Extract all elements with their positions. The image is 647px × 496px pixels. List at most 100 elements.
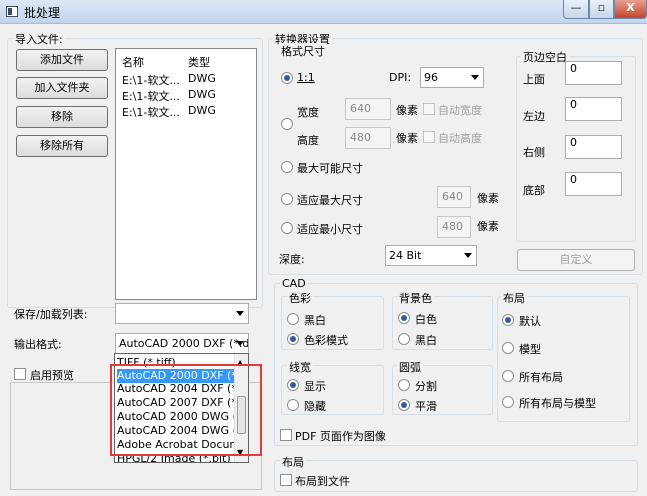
remove-all-button[interactable]: 移除所有 [16, 135, 108, 157]
background-label: 背景色 [397, 290, 434, 306]
margin-bottom-label: 底部 [523, 184, 545, 197]
white-bg-radio[interactable] [398, 312, 410, 324]
margin-right-input[interactable]: 0 [565, 135, 622, 159]
width-unit: 像素 [396, 104, 418, 117]
linewidth-show-radio[interactable] [287, 379, 299, 391]
color-mode-radio[interactable] [287, 333, 299, 345]
format-size-label: 格式尺寸 [279, 43, 327, 59]
output-format-label: 输出格式: [14, 338, 62, 351]
file-name: E:\1-软文... [122, 106, 180, 119]
close-button[interactable]: X [614, 0, 647, 19]
layout-options-label: 布局 [501, 290, 527, 306]
add-file-button[interactable]: 添加文件 [16, 49, 108, 71]
arc-label: 圆弧 [397, 359, 423, 375]
custom-size-radio[interactable] [281, 118, 293, 130]
ratio-label: 1:1 [297, 71, 315, 84]
color-label: 色彩 [287, 290, 313, 306]
all-layouts-label: 所有布局 [519, 371, 563, 384]
file-type: DWG [188, 104, 216, 117]
save-load-label: 保存/加载列表: [14, 308, 88, 321]
file-type: DWG [188, 88, 216, 101]
linewidth-hide-label: 隐藏 [304, 400, 326, 413]
output-format-select[interactable]: AutoCAD 2000 DXF (*.d [115, 333, 249, 354]
auto-height-checkbox[interactable] [423, 131, 435, 143]
file-type: DWG [188, 72, 216, 85]
all-layouts-model-radio[interactable] [502, 396, 514, 408]
file-list[interactable]: 名称 类型 E:\1-软文... DWG E:\1-软文... DWG E:\1… [115, 48, 257, 300]
fit-max-label: 适应最大尺寸 [297, 194, 363, 207]
window-icon [6, 6, 18, 17]
white-bg-label: 白色 [415, 313, 437, 326]
dpi-select[interactable]: 96 [420, 67, 484, 88]
fit-min-radio[interactable] [281, 222, 293, 234]
file-name: E:\1-软文... [122, 74, 180, 87]
max-possible-radio[interactable] [281, 161, 293, 173]
chevron-down-icon [236, 311, 244, 316]
pdf-as-image-label: PDF 页面作为图像 [295, 430, 386, 443]
import-label: 导入文件: [13, 31, 65, 47]
remove-button[interactable]: 移除 [16, 106, 108, 128]
maximize-button[interactable]: ▫ [589, 0, 614, 19]
window-title: 批处理 [24, 6, 61, 20]
table-row[interactable]: E:\1-软文... DWG [120, 103, 250, 119]
chevron-down-icon [236, 341, 244, 346]
add-folder-button[interactable]: 加入文件夹 [16, 77, 108, 99]
table-row[interactable]: E:\1-软文... DWG [120, 87, 250, 103]
custom-button[interactable]: 自定义 [517, 249, 635, 271]
arc-split-radio[interactable] [398, 379, 410, 391]
layout-to-file-label: 布局到文件 [295, 475, 350, 488]
column-header-name[interactable]: 名称 [122, 54, 144, 70]
file-name: E:\1-软文... [122, 90, 180, 103]
pdf-as-image-checkbox[interactable] [280, 429, 292, 441]
depth-select[interactable]: 24 Bit [385, 245, 477, 266]
dpi-value: 96 [424, 71, 438, 84]
all-layouts-model-label: 所有布局与模型 [519, 397, 596, 410]
dpi-label: DPI: [389, 71, 412, 84]
margin-bottom-input[interactable]: 0 [565, 172, 622, 196]
model-radio[interactable] [502, 342, 514, 354]
arc-smooth-radio[interactable] [398, 399, 410, 411]
margins-label: 页边空白 [521, 49, 569, 65]
fit-max-input[interactable]: 640 [437, 186, 471, 208]
margin-left-input[interactable]: 0 [565, 97, 622, 121]
linewidth-label: 线宽 [287, 359, 313, 375]
annotation-highlight [110, 364, 262, 456]
default-layout-radio[interactable] [502, 314, 514, 326]
height-unit: 像素 [396, 132, 418, 145]
height-input[interactable]: 480 [345, 127, 391, 149]
bw-radio[interactable] [287, 313, 299, 325]
all-layouts-radio[interactable] [502, 370, 514, 382]
width-label: 宽度 [297, 106, 319, 119]
layout-to-file-checkbox[interactable] [280, 474, 292, 486]
fit-min-unit: 像素 [477, 220, 499, 233]
save-load-select[interactable] [115, 303, 249, 324]
title-bar: 批处理 — ▫ X [0, 0, 647, 24]
height-label: 高度 [297, 134, 319, 147]
preview-checkbox[interactable] [14, 368, 26, 380]
fit-min-input[interactable]: 480 [437, 216, 471, 238]
ratio-1to1-radio[interactable] [281, 72, 293, 84]
margin-top-input[interactable]: 0 [565, 61, 622, 85]
column-header-type[interactable]: 类型 [188, 54, 210, 70]
margin-top-label: 上面 [523, 73, 545, 86]
layout-section-label: 布局 [280, 454, 306, 470]
minimize-button[interactable]: — [563, 0, 589, 19]
width-input[interactable]: 640 [345, 98, 391, 120]
max-possible-label: 最大可能尺寸 [297, 162, 363, 175]
auto-width-checkbox[interactable] [423, 103, 435, 115]
auto-width-label: 自动宽度 [438, 104, 482, 117]
fit-max-radio[interactable] [281, 193, 293, 205]
fit-max-unit: 像素 [477, 192, 499, 205]
output-format-value: AutoCAD 2000 DXF (*.d [119, 337, 249, 350]
table-row[interactable]: E:\1-软文... DWG [120, 71, 250, 87]
arc-smooth-label: 平滑 [415, 400, 437, 413]
linewidth-hide-radio[interactable] [287, 399, 299, 411]
cad-label: CAD [280, 277, 308, 290]
black-bg-radio[interactable] [398, 333, 410, 345]
model-label: 模型 [519, 343, 541, 356]
margin-left-label: 左边 [523, 110, 545, 123]
preview-label: 启用预览 [30, 369, 74, 382]
linewidth-show-label: 显示 [304, 380, 326, 393]
arc-split-label: 分割 [415, 380, 437, 393]
default-layout-label: 默认 [519, 315, 541, 328]
